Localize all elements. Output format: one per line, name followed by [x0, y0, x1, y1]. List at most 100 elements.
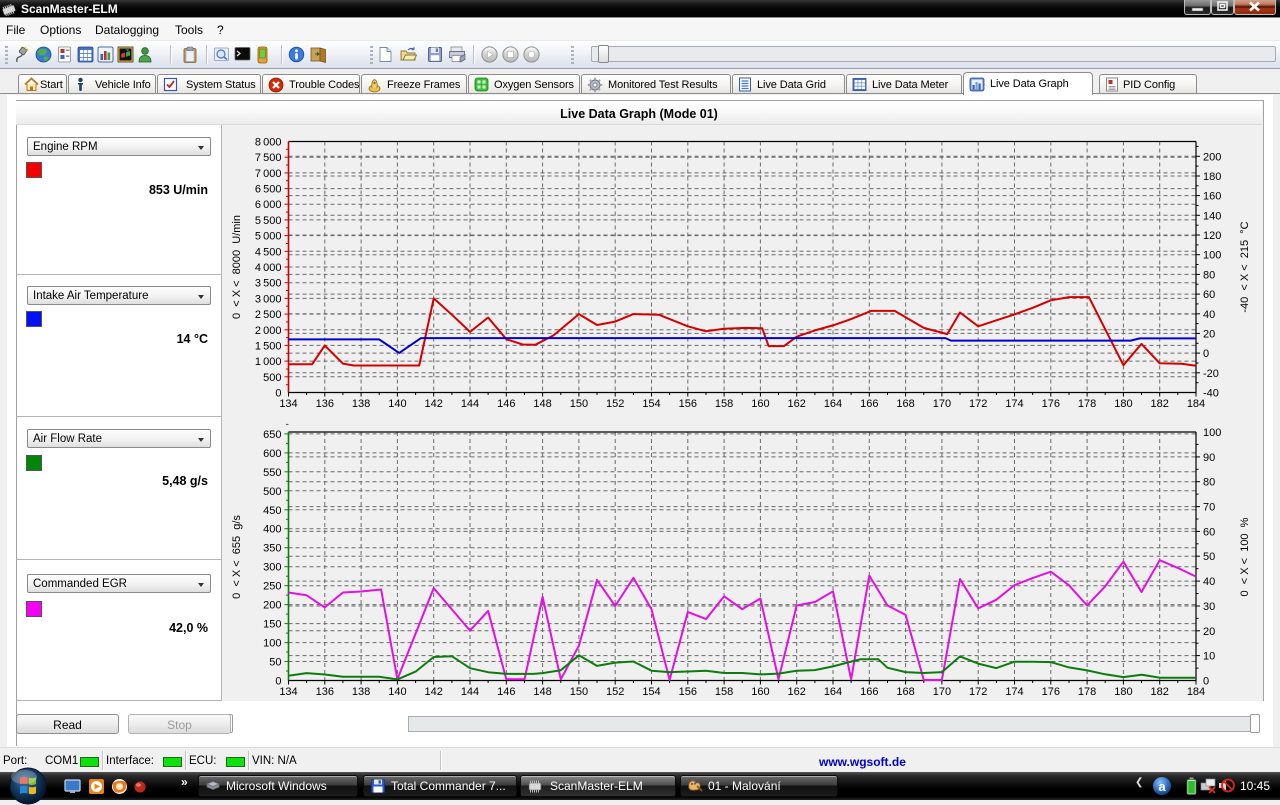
svg-text:164: 164 [824, 398, 842, 410]
svg-text:150: 150 [570, 398, 588, 410]
svg-text:148: 148 [533, 686, 551, 698]
svg-text:182: 182 [1151, 398, 1169, 410]
svg-text:3 000: 3 000 [255, 293, 282, 305]
svg-text:172: 172 [969, 398, 987, 410]
svg-text:164: 164 [824, 686, 842, 698]
svg-text:144: 144 [461, 686, 479, 698]
svg-text:100: 100 [1203, 250, 1221, 262]
svg-text:0 < X < 100 %: 0 < X < 100 % [1239, 517, 1251, 596]
svg-text:100: 100 [263, 638, 281, 650]
svg-text:20: 20 [1203, 626, 1215, 638]
svg-text:350: 350 [263, 543, 281, 555]
svg-text:150: 150 [570, 686, 588, 698]
svg-text:136: 136 [316, 686, 334, 698]
svg-text:2 500: 2 500 [255, 309, 282, 321]
svg-text:154: 154 [642, 398, 660, 410]
svg-text:7 500: 7 500 [255, 152, 282, 164]
svg-text:100: 100 [1203, 427, 1221, 439]
svg-text:200: 200 [263, 600, 281, 612]
svg-text:170: 170 [933, 398, 951, 410]
svg-text:156: 156 [679, 398, 697, 410]
svg-text:400: 400 [263, 524, 281, 536]
svg-text:4 500: 4 500 [255, 246, 282, 258]
svg-text:144: 144 [461, 398, 479, 410]
svg-text:180: 180 [1114, 686, 1132, 698]
svg-text:1 500: 1 500 [255, 340, 282, 352]
svg-text:138: 138 [352, 398, 370, 410]
svg-text:2 000: 2 000 [255, 325, 282, 337]
svg-text:184: 184 [1187, 398, 1205, 410]
svg-text:80: 80 [1203, 269, 1215, 281]
svg-text:172: 172 [969, 686, 987, 698]
svg-text:6 000: 6 000 [255, 199, 282, 211]
svg-text:10: 10 [1203, 651, 1215, 663]
svg-text:600: 600 [263, 448, 281, 460]
svg-text:168: 168 [896, 398, 914, 410]
svg-text:152: 152 [606, 686, 624, 698]
svg-text:134: 134 [279, 686, 297, 698]
svg-text:174: 174 [1005, 398, 1023, 410]
svg-text:70: 70 [1203, 502, 1215, 514]
svg-text:-20: -20 [1203, 368, 1219, 380]
svg-text:40: 40 [1203, 576, 1215, 588]
svg-text:156: 156 [679, 686, 697, 698]
svg-text:142: 142 [425, 686, 443, 698]
svg-text:170: 170 [933, 686, 951, 698]
svg-text:150: 150 [263, 619, 281, 631]
svg-text:160: 160 [751, 398, 769, 410]
svg-text:500: 500 [263, 372, 281, 384]
svg-text:134: 134 [279, 398, 297, 410]
svg-text:20: 20 [1203, 328, 1215, 340]
svg-text:5 000: 5 000 [255, 231, 282, 243]
svg-text:3 500: 3 500 [255, 278, 282, 290]
svg-text:a: a [1158, 779, 1166, 794]
svg-text:166: 166 [860, 686, 878, 698]
svg-text:140: 140 [1203, 210, 1221, 222]
svg-text:300: 300 [263, 562, 281, 574]
svg-text:6 500: 6 500 [255, 184, 282, 196]
svg-text:136: 136 [316, 398, 334, 410]
svg-text:146: 146 [497, 686, 515, 698]
svg-text:0 < X < 8000 U/min: 0 < X < 8000 U/min [231, 215, 243, 319]
svg-text:138: 138 [352, 686, 370, 698]
svg-text:154: 154 [642, 686, 660, 698]
svg-text:50: 50 [269, 657, 281, 669]
svg-text:60: 60 [1203, 526, 1215, 538]
svg-text:140: 140 [388, 686, 406, 698]
svg-text:174: 174 [1005, 686, 1023, 698]
svg-text:30: 30 [1203, 601, 1215, 613]
svg-text:180: 180 [1203, 171, 1221, 183]
svg-text:140: 140 [388, 398, 406, 410]
svg-text:450: 450 [263, 505, 281, 517]
svg-text:0 < X < 655 g/s: 0 < X < 655 g/s [231, 515, 243, 599]
svg-text:550: 550 [263, 467, 281, 479]
svg-text:650: 650 [263, 429, 281, 441]
svg-text:166: 166 [860, 398, 878, 410]
svg-text:40: 40 [1203, 309, 1215, 321]
svg-text:158: 158 [715, 398, 733, 410]
svg-text:176: 176 [1042, 686, 1060, 698]
svg-text:178: 178 [1078, 686, 1096, 698]
svg-text:162: 162 [788, 686, 806, 698]
svg-text:168: 168 [896, 686, 914, 698]
svg-text:182: 182 [1151, 686, 1169, 698]
svg-text:178: 178 [1078, 398, 1096, 410]
svg-text:-40: -40 [1203, 388, 1219, 400]
svg-text:142: 142 [425, 398, 443, 410]
svg-text:200: 200 [1203, 151, 1221, 163]
svg-text:500: 500 [263, 486, 281, 498]
svg-text:8 000: 8 000 [255, 137, 282, 149]
svg-text:-40 < X < 215 °C: -40 < X < 215 °C [1239, 221, 1251, 312]
svg-text:148: 148 [533, 398, 551, 410]
svg-text:180: 180 [1114, 398, 1132, 410]
svg-text:162: 162 [788, 398, 806, 410]
svg-text:0: 0 [1203, 348, 1209, 360]
svg-text:160: 160 [751, 686, 769, 698]
svg-text:176: 176 [1042, 398, 1060, 410]
svg-text:80: 80 [1203, 477, 1215, 489]
svg-text:5 500: 5 500 [255, 215, 282, 227]
svg-text:4 000: 4 000 [255, 262, 282, 274]
svg-text:60: 60 [1203, 289, 1215, 301]
svg-text:120: 120 [1203, 230, 1221, 242]
svg-text:160: 160 [1203, 191, 1221, 203]
